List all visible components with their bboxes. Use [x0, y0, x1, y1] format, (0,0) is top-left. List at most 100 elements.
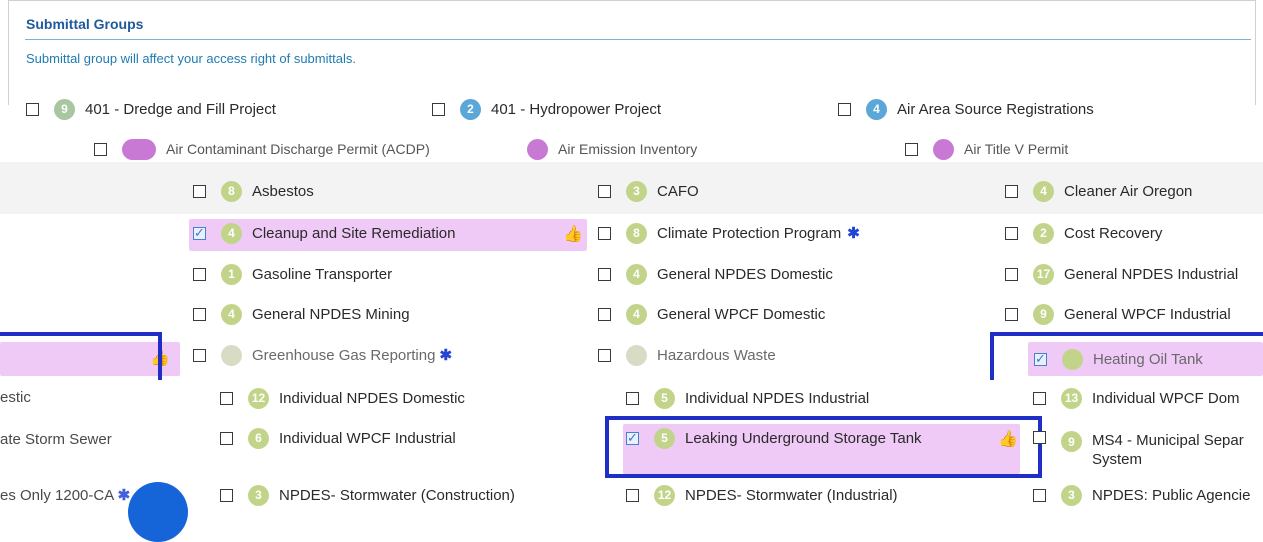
group-label: Air Contaminant Discharge Permit (ACDP): [166, 141, 430, 157]
floating-action-button[interactable]: [128, 482, 188, 542]
group-label: Individual NPDES Industrial: [685, 389, 870, 407]
count-badge: 3: [626, 180, 647, 202]
thumbs-up-icon[interactable]: 👍: [563, 224, 583, 244]
group-item-individual-wpcf-industrial[interactable]: 6 Individual WPCF Industrial: [220, 423, 456, 453]
group-item-general-npdes-domestic[interactable]: 4 General NPDES Domestic: [598, 259, 833, 289]
count-badge: 2: [1033, 222, 1054, 244]
checkbox[interactable]: [193, 307, 206, 321]
group-item-ms4[interactable]: 9 MS4 - Municipal Separ System: [1033, 423, 1244, 473]
checkbox[interactable]: [1005, 307, 1018, 321]
count-badge: 3: [1061, 484, 1082, 506]
checkbox[interactable]: [905, 142, 918, 156]
checkbox-checked[interactable]: [1034, 351, 1047, 367]
checkbox[interactable]: [193, 348, 206, 362]
group-item-air-emission[interactable]: Air Emission Inventory: [512, 134, 697, 164]
count-badge: 13: [1061, 387, 1082, 409]
group-item-asbestos[interactable]: 8 Asbestos: [193, 176, 314, 206]
group-item-cleanup[interactable]: 4 Cleanup and Site Remediation: [193, 218, 455, 248]
checkbox[interactable]: [1005, 184, 1018, 198]
checkbox[interactable]: [94, 142, 107, 156]
checkbox[interactable]: [598, 184, 611, 198]
group-label: CAFO: [657, 182, 699, 200]
count-badge: 6: [248, 427, 269, 449]
group-item-gasoline[interactable]: 1 Gasoline Transporter: [193, 259, 392, 289]
group-item-climate[interactable]: 8 Climate Protection Program ✱: [598, 218, 860, 248]
group-item-heating-oil[interactable]: Heating Oil Tank: [1034, 344, 1203, 374]
group-label: MS4 - Municipal Separ: [1092, 432, 1244, 449]
checkbox[interactable]: [1033, 488, 1046, 502]
checkbox[interactable]: [626, 391, 639, 405]
checkbox[interactable]: [1033, 431, 1046, 444]
clipped-label: estic: [0, 389, 31, 406]
count-badge: 4: [626, 263, 647, 285]
count-badge: [221, 344, 242, 366]
group-item-npdes-public-agencies[interactable]: 3 NPDES: Public Agencie: [1033, 480, 1250, 510]
group-item-cleaner-air[interactable]: 4 Cleaner Air Oregon: [1005, 176, 1192, 206]
checkbox[interactable]: [193, 267, 206, 281]
group-item-air-area-source[interactable]: 4 Air Area Source Registrations: [838, 94, 1094, 124]
group-label: Air Area Source Registrations: [897, 100, 1094, 118]
group-item-401-hydropower[interactable]: 2 401 - Hydropower Project: [432, 94, 661, 124]
group-label: Individual WPCF Industrial: [279, 429, 456, 447]
group-label-block: MS4 - Municipal Separ System: [1092, 431, 1244, 469]
count-badge: 8: [626, 222, 647, 244]
group-label: Cleaner Air Oregon: [1064, 182, 1193, 200]
group-item-general-npdes-industrial[interactable]: 17 General NPDES Industrial: [1005, 259, 1238, 289]
count-badge: 1: [221, 263, 242, 285]
group-item-general-wpcf-domestic[interactable]: 4 General WPCF Domestic: [598, 299, 825, 329]
group-label: Gasoline Transporter: [252, 265, 393, 283]
checkbox[interactable]: [220, 391, 233, 405]
checkbox[interactable]: [193, 184, 206, 198]
group-label: General NPDES Mining: [252, 305, 410, 323]
group-item-leaking-ust[interactable]: 5 Leaking Underground Storage Tank: [626, 423, 922, 453]
count-badge: 5: [654, 427, 675, 449]
thumbs-up-icon[interactable]: 👍: [998, 429, 1018, 449]
group-item-individual-npdes-industrial[interactable]: 5 Individual NPDES Industrial: [626, 383, 869, 413]
count-badge: [527, 138, 548, 160]
group-label: Hazardous Waste: [657, 346, 776, 364]
checkbox-checked[interactable]: [193, 225, 206, 241]
group-label: General WPCF Industrial: [1064, 305, 1231, 323]
checkbox[interactable]: [220, 488, 233, 502]
group-item-air-title-v[interactable]: Air Title V Permit: [905, 134, 1068, 164]
count-badge: 9: [1033, 303, 1054, 325]
checkbox-checked[interactable]: [626, 430, 639, 446]
group-item-npdes-industrial[interactable]: 12 NPDES- Stormwater (Industrial): [626, 480, 898, 510]
group-label: 401 - Hydropower Project: [491, 100, 662, 118]
checkbox[interactable]: [1033, 391, 1046, 405]
checkbox[interactable]: [598, 267, 611, 281]
group-item-401-dredge[interactable]: 9 401 - Dredge and Fill Project: [26, 94, 276, 124]
group-label-line2: System: [1092, 451, 1143, 468]
group-item-cost-recovery[interactable]: 2 Cost Recovery: [1005, 218, 1162, 248]
group-item-individual-wpcf-domestic[interactable]: 13 Individual WPCF Dom: [1033, 383, 1240, 413]
checkbox[interactable]: [626, 488, 639, 502]
focus-frame: [0, 332, 162, 380]
group-label: General WPCF Domestic: [657, 305, 826, 323]
group-label: Greenhouse Gas Reporting: [252, 346, 436, 364]
checkbox[interactable]: [598, 226, 611, 240]
count-badge: 8: [221, 180, 242, 202]
group-item-greenhouse-gas[interactable]: Greenhouse Gas Reporting ✱: [193, 340, 452, 370]
checkbox[interactable]: [220, 431, 233, 445]
group-item-general-npdes-mining[interactable]: 4 General NPDES Mining: [193, 299, 410, 329]
group-item-npdes-construction[interactable]: 3 NPDES- Stormwater (Construction): [220, 480, 515, 510]
count-badge: 9: [1061, 431, 1082, 452]
checkbox[interactable]: [598, 307, 611, 321]
group-item-individual-npdes-domestic[interactable]: 12 Individual NPDES Domestic: [220, 383, 465, 413]
checkbox[interactable]: [598, 348, 611, 362]
checkbox[interactable]: [432, 102, 445, 116]
checkbox[interactable]: [1005, 226, 1018, 240]
divider: [25, 39, 1251, 40]
count-badge: 4: [866, 98, 887, 120]
checkbox[interactable]: [26, 102, 39, 116]
group-item-hazardous-waste[interactable]: Hazardous Waste: [598, 340, 776, 370]
group-item-cafo[interactable]: 3 CAFO: [598, 176, 699, 206]
checkbox[interactable]: [1005, 267, 1018, 281]
count-badge: 4: [1033, 180, 1054, 202]
group-item-general-wpcf-industrial[interactable]: 9 General WPCF Industrial: [1005, 299, 1231, 329]
group-item-air-contaminant[interactable]: Air Contaminant Discharge Permit (ACDP): [94, 134, 430, 164]
group-label: Air Title V Permit: [964, 141, 1069, 157]
checkbox[interactable]: [838, 102, 851, 116]
star-icon: ✱: [847, 225, 860, 242]
group-label: Individual NPDES Domestic: [279, 389, 465, 407]
